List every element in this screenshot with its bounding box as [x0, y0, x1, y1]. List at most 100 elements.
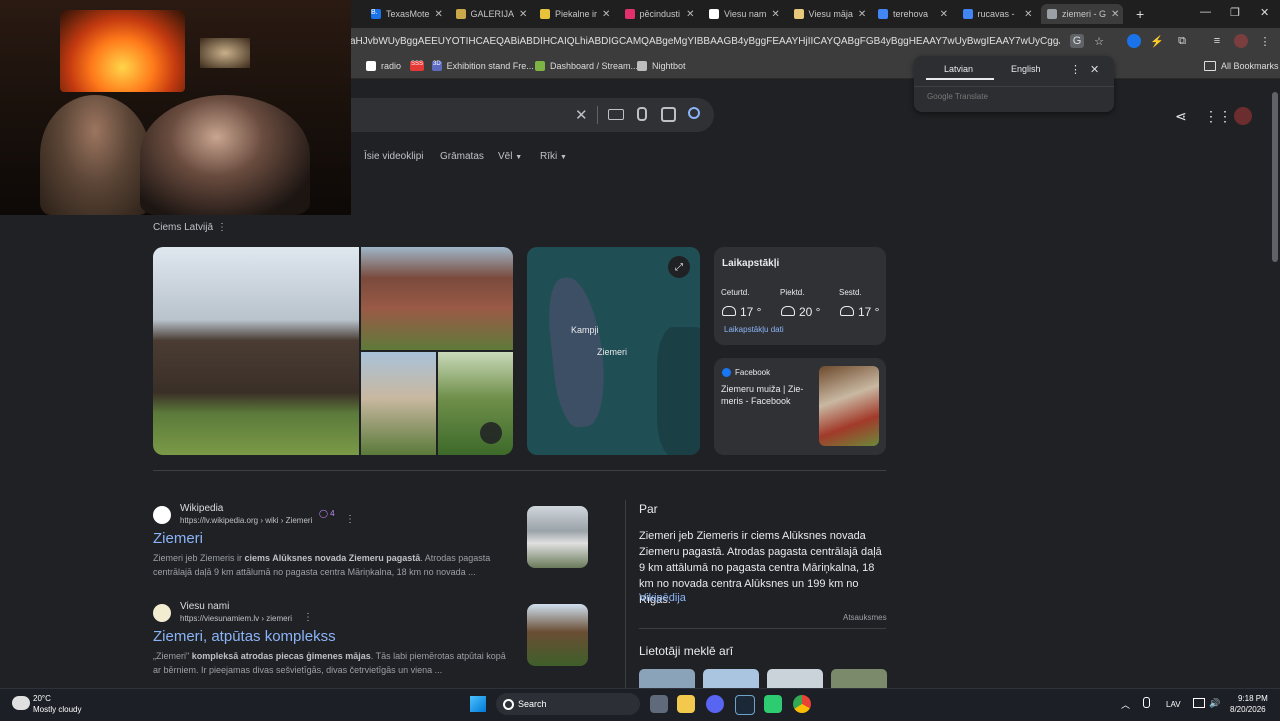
new-tab-button[interactable]: +	[1136, 6, 1144, 22]
tray-mic-icon[interactable]	[1143, 697, 1150, 708]
bookmark-item[interactable]: radio	[366, 61, 401, 71]
bookmark-star-icon[interactable]: ☆	[1092, 34, 1106, 48]
tray-network-icon[interactable]	[1193, 698, 1205, 708]
bookmark-item[interactable]: 3D Exhibition stand Fre...	[432, 61, 534, 71]
translate-close-icon[interactable]: ✕	[1090, 63, 1099, 76]
divider	[597, 106, 598, 124]
app-icon[interactable]	[764, 695, 782, 713]
site-url[interactable]: https://viesunamiem.lv › ziemeri	[180, 614, 292, 623]
tab-close-icon[interactable]: ✕	[1111, 9, 1119, 20]
tab-close-icon[interactable]: ✕	[858, 9, 866, 20]
tray-chevron-icon[interactable]: ︿	[1121, 698, 1130, 711]
related-thumb[interactable]	[639, 669, 695, 688]
tab-close-icon[interactable]: ✕	[771, 9, 779, 20]
bookmark-item[interactable]: SSS	[410, 61, 429, 71]
translate-target-tab[interactable]: English	[1011, 64, 1041, 74]
maximize-button[interactable]: ❐	[1230, 6, 1240, 19]
lens-icon[interactable]	[661, 107, 676, 122]
scrollbar-thumb[interactable]	[1272, 92, 1278, 262]
taskbar-temp[interactable]: 20°C	[33, 694, 51, 703]
tab-close-icon[interactable]: ✕	[602, 9, 610, 20]
browser-tab[interactable]: Viesu māja ✕	[788, 4, 870, 24]
related-thumb[interactable]	[767, 669, 823, 688]
bookmark-item[interactable]: Dashboard / Stream...	[535, 61, 638, 71]
result-badge[interactable]: ◯ 4	[319, 509, 335, 518]
tab-close-icon[interactable]: ✕	[686, 9, 694, 20]
address-bar[interactable]: aHJvbWUyBggAEEUYOTIHCAEQABiABDIHCAIQLhiA…	[350, 36, 1060, 47]
menu-icon[interactable]: ⋮	[1258, 34, 1272, 48]
extension-icon[interactable]	[1127, 34, 1141, 48]
microphone-icon[interactable]	[637, 107, 647, 121]
browser-tab[interactable]: terehova ✕	[872, 4, 954, 24]
media-icon[interactable]: ≡	[1210, 34, 1224, 48]
tray-date[interactable]: 8/20/2026	[1230, 705, 1266, 714]
translate-menu-icon[interactable]: ⋮	[1070, 63, 1081, 76]
site-name[interactable]: Viesu nami	[180, 601, 229, 612]
nav-videos[interactable]: Īsie videoklipi	[364, 151, 423, 162]
facebook-thumbnail	[819, 366, 879, 446]
nav-books[interactable]: Grāmatas	[440, 151, 484, 162]
site-name[interactable]: Wikipedia	[180, 503, 223, 514]
feedback-link[interactable]: Atsauksmes	[843, 613, 887, 622]
tab-close-icon[interactable]: ✕	[435, 9, 443, 20]
browser-tab[interactable]: ziemeri - G ✕	[1041, 4, 1123, 24]
weather-widget-icon[interactable]	[12, 696, 30, 710]
browser-tab[interactable]: Piekalne ir ✕	[534, 4, 616, 24]
translate-icon[interactable]: G	[1070, 34, 1084, 48]
file-explorer-icon[interactable]	[677, 695, 695, 713]
browser-tab[interactable]: B. TexasMote ✕	[365, 4, 447, 24]
start-button[interactable]	[470, 696, 486, 712]
task-view-icon[interactable]	[650, 695, 668, 713]
tab-close-icon[interactable]: ✕	[519, 9, 527, 20]
browser-tab[interactable]: Viesu nam ✕	[703, 4, 785, 24]
browser-tab[interactable]: rucavas - ✕	[957, 4, 1039, 24]
result-title[interactable]: Ziemeri	[153, 530, 203, 547]
all-bookmarks-button[interactable]: All Bookmarks	[1204, 61, 1279, 71]
kp-menu-icon[interactable]: ⋮	[217, 222, 227, 233]
tab-close-icon[interactable]: ✕	[1024, 9, 1032, 20]
share-icon[interactable]: ⋖	[1175, 108, 1187, 125]
result-thumbnail[interactable]	[527, 604, 588, 666]
photo-bottom-right[interactable]	[438, 352, 513, 455]
close-window-button[interactable]: ✕	[1260, 6, 1269, 19]
search-icon[interactable]	[688, 107, 700, 119]
translate-source-tab[interactable]: Latvian	[944, 64, 973, 74]
snippet-bold: ciems Alūksnes novada Ziemeru pagastā	[244, 553, 421, 563]
photo-bottom-left[interactable]	[361, 352, 436, 455]
browser-tab[interactable]: GALERIJA ✕	[450, 4, 532, 24]
browser-tab[interactable]: pēcindusti ✕	[619, 4, 701, 24]
gallery-icon[interactable]	[480, 422, 502, 444]
keyboard-icon[interactable]	[608, 109, 624, 120]
related-thumb[interactable]	[703, 669, 759, 688]
chrome-icon[interactable]	[793, 695, 811, 713]
result-menu-icon[interactable]: ⋮	[303, 612, 313, 623]
puzzle-icon[interactable]: ⧉	[1175, 34, 1189, 48]
apps-grid-icon[interactable]: ⋮⋮	[1204, 108, 1232, 125]
tray-time[interactable]: 9:18 PM	[1238, 694, 1268, 703]
steam-icon[interactable]	[735, 695, 755, 715]
bookmark-item[interactable]: Nightbot	[637, 61, 686, 71]
search-input[interactable]	[351, 98, 714, 132]
site-url[interactable]: https://lv.wikipedia.org › wiki › Ziemer…	[180, 516, 312, 525]
related-thumb[interactable]	[831, 669, 887, 688]
photo-top-right[interactable]	[361, 247, 513, 350]
tab-close-icon[interactable]: ✕	[940, 9, 948, 20]
result-title[interactable]: Ziemeri, atpūtas komplekss	[153, 628, 336, 645]
about-wiki-link[interactable]: Vikipēdija	[639, 592, 686, 604]
tray-volume-icon[interactable]: 🔊	[1209, 698, 1220, 709]
nav-tools[interactable]: Rīki ▼	[540, 151, 567, 162]
account-avatar[interactable]	[1234, 107, 1252, 125]
nav-more[interactable]: Vēl ▼	[498, 151, 522, 162]
result-menu-icon[interactable]: ⋮	[345, 514, 355, 525]
extension-icon[interactable]: ⚡	[1150, 34, 1164, 48]
discord-icon[interactable]	[706, 695, 724, 713]
minimize-button[interactable]: —	[1200, 6, 1211, 18]
photo-main[interactable]	[153, 247, 359, 455]
tray-lang[interactable]: LAV	[1166, 700, 1181, 709]
facebook-title[interactable]: Ziemeru muiža | Zie-meris - Facebook	[721, 383, 813, 407]
clear-icon[interactable]: ✕	[575, 106, 588, 124]
weather-link[interactable]: Laikapstākļu dati	[724, 325, 784, 334]
result-thumbnail[interactable]	[527, 506, 588, 568]
profile-avatar[interactable]	[1234, 34, 1248, 48]
map-expand-icon[interactable]: ⤢	[668, 256, 690, 278]
